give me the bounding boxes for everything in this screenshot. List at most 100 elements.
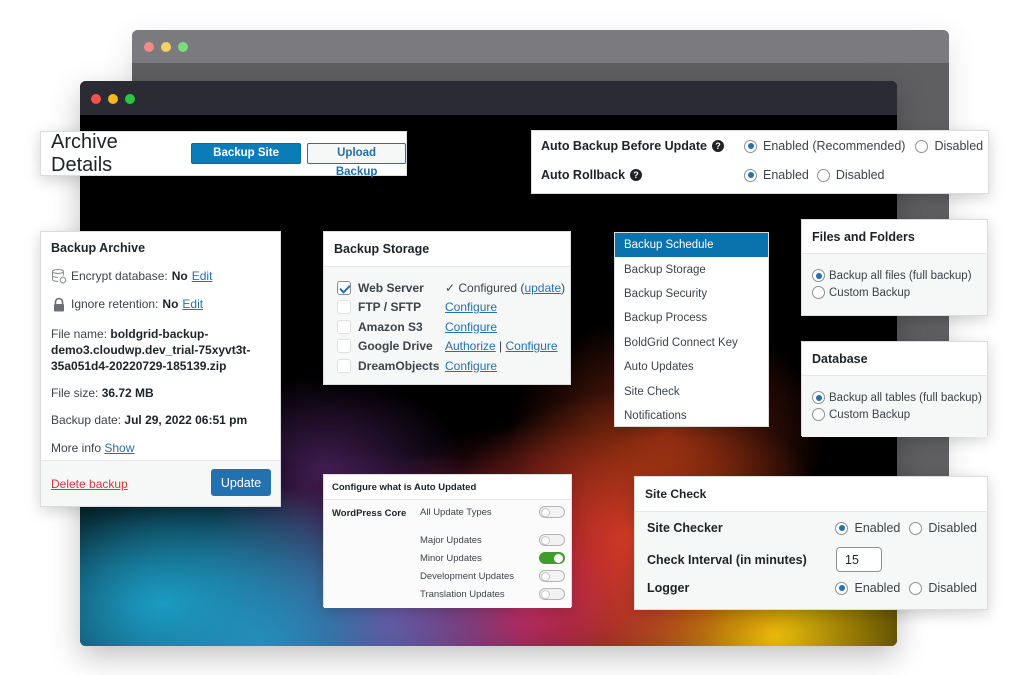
nav-item-notifications[interactable]: Notifications	[615, 404, 768, 428]
site-check-body: Site Checker Enabled Disabled Check Inte…	[635, 512, 987, 609]
auto-backup-label: Auto Backup Before Update	[541, 139, 707, 153]
radio-enabled[interactable]: Enabled	[835, 581, 900, 595]
auto-backup-label-wrap: Auto Backup Before Update ?	[541, 139, 744, 153]
nav-item-auto-updates[interactable]: Auto Updates	[615, 355, 768, 379]
radio-disabled[interactable]: Disabled	[909, 581, 977, 595]
radio-disabled[interactable]: Disabled	[915, 139, 983, 153]
close-window-button[interactable]	[144, 42, 154, 52]
radio-custom-backup[interactable]: Custom Backup	[812, 406, 987, 423]
translation-updates-toggle[interactable]	[539, 588, 565, 600]
radio-button[interactable]	[744, 139, 757, 153]
radio-button[interactable]	[744, 168, 757, 182]
minimize-window-button[interactable]	[161, 42, 171, 52]
auto-updates-body: WordPress Core All Update Types Major Up…	[324, 500, 571, 608]
radio-button[interactable]	[835, 581, 849, 595]
site-checker-label: Site Checker	[647, 521, 723, 535]
configure-link[interactable]: Configure	[445, 320, 497, 334]
toggle-row: Translation Updates	[420, 588, 565, 600]
option-label: Disabled	[934, 139, 984, 153]
close-window-button[interactable]	[91, 94, 101, 104]
minor-updates-toggle[interactable]	[539, 552, 565, 564]
backup-site-now-button[interactable]: Backup Site Now	[190, 143, 302, 178]
radio-button[interactable]	[835, 521, 849, 535]
configure-link[interactable]: Configure	[506, 339, 558, 353]
front-window-titlebar	[80, 81, 897, 115]
radio-backup-all-files[interactable]: Backup all files (full backup)	[812, 267, 987, 284]
ignore-retention-row: Ignore retention: No Edit	[41, 296, 213, 312]
radio-disabled[interactable]: Disabled	[909, 521, 977, 535]
toggle-row: All Update Types	[420, 506, 565, 518]
option-label: Enabled (Recommended)	[763, 139, 906, 153]
check-interval-input[interactable]: 15	[836, 547, 882, 572]
nav-item-backup-storage[interactable]: Backup Storage	[615, 257, 768, 281]
storage-checkbox[interactable]	[337, 339, 351, 354]
maximize-window-button[interactable]	[125, 94, 135, 104]
encrypt-value: No	[171, 269, 188, 283]
storage-checkbox[interactable]	[337, 319, 351, 334]
development-updates-toggle[interactable]	[539, 570, 565, 582]
radio-enabled-recommended[interactable]: Enabled (Recommended)	[744, 139, 905, 153]
upload-backup-button[interactable]: Upload Backup	[307, 143, 406, 178]
storage-checkbox[interactable]	[337, 300, 351, 315]
toggle-label: Development Updates	[420, 570, 514, 582]
storage-checkbox[interactable]	[337, 280, 351, 295]
storage-checkbox[interactable]	[337, 358, 351, 373]
all-update-types-toggle[interactable]	[539, 506, 565, 518]
file-name-row: File name: boldgrid-backup-demo3.cloudwp…	[51, 326, 272, 374]
nav-item-backup-security[interactable]: Backup Security	[615, 282, 768, 306]
panel-title: Backup Archive	[51, 241, 146, 255]
storage-status: ✓ Configured (update)	[445, 281, 565, 295]
auto-rollback-label-wrap: Auto Rollback ?	[541, 168, 744, 182]
toggle-row: Development Updates	[420, 570, 565, 582]
radio-disabled[interactable]: Disabled	[816, 168, 885, 182]
radio-enabled[interactable]: Enabled	[835, 521, 900, 535]
check-interval-row: Check Interval (in minutes) 15	[647, 547, 977, 572]
toggle-label: All Update Types	[420, 506, 492, 518]
update-storage-link[interactable]: update	[524, 281, 561, 295]
panel-title: Files and Folders	[802, 220, 987, 254]
nav-item-backup-process[interactable]: Backup Process	[615, 306, 768, 330]
option-label: Disabled	[835, 168, 885, 182]
update-button[interactable]: Update	[211, 469, 271, 496]
more-info-label: More info	[51, 441, 102, 455]
nav-item-boldgrid-connect-key[interactable]: BoldGrid Connect Key	[615, 331, 768, 355]
configure-link[interactable]: Configure	[445, 359, 497, 373]
encrypt-edit-link[interactable]: Edit	[192, 269, 213, 283]
minimize-window-button[interactable]	[108, 94, 118, 104]
question-circle-icon[interactable]: ?	[630, 169, 643, 181]
authorize-link[interactable]: Authorize	[445, 339, 496, 353]
delete-backup-link[interactable]: Delete backup	[51, 477, 128, 491]
nav-item-backup-schedule[interactable]: Backup Schedule	[615, 233, 768, 258]
back-window-titlebar	[132, 30, 949, 63]
encrypt-label: Encrypt database:	[71, 269, 168, 283]
storage-name: Google Drive	[358, 339, 433, 354]
site-check-panel: Site Check Site Checker Enabled Disabled…	[634, 476, 988, 610]
major-updates-toggle[interactable]	[539, 534, 565, 546]
radio-button[interactable]	[812, 391, 825, 404]
radio-button[interactable]	[812, 286, 825, 299]
panel-title: Database	[802, 342, 987, 376]
database-options: Backup all tables (full backup) Custom B…	[802, 376, 987, 437]
radio-button[interactable]	[915, 139, 929, 153]
radio-button[interactable]	[909, 521, 923, 535]
radio-button[interactable]	[909, 581, 923, 595]
radio-custom-backup[interactable]: Custom Backup	[812, 284, 987, 301]
configure-link[interactable]: Configure	[445, 300, 497, 314]
retention-edit-link[interactable]: Edit	[182, 297, 203, 311]
radio-button[interactable]	[812, 408, 825, 421]
file-size-row: File size: 36.72 MB	[51, 386, 154, 400]
panel-title: Site Check	[635, 477, 987, 512]
show-more-info-link[interactable]: Show	[104, 441, 134, 455]
radio-enabled[interactable]: Enabled	[744, 168, 809, 182]
nav-item-site-check[interactable]: Site Check	[615, 379, 768, 403]
auto-rollback-label: Auto Rollback	[541, 168, 626, 182]
panel-title: Configure what is Auto Updated	[324, 475, 571, 500]
lock-icon	[51, 296, 67, 312]
question-circle-icon[interactable]: ?	[712, 140, 724, 152]
radio-button[interactable]	[816, 168, 830, 182]
radio-button[interactable]	[812, 269, 825, 282]
radio-backup-all-tables[interactable]: Backup all tables (full backup)	[812, 389, 987, 406]
backup-storage-panel: Backup Storage Web Server ✓ Configured (…	[323, 231, 571, 385]
maximize-window-button[interactable]	[178, 42, 188, 52]
backup-date-value: Jul 29, 2022 06:51 pm	[124, 413, 248, 427]
